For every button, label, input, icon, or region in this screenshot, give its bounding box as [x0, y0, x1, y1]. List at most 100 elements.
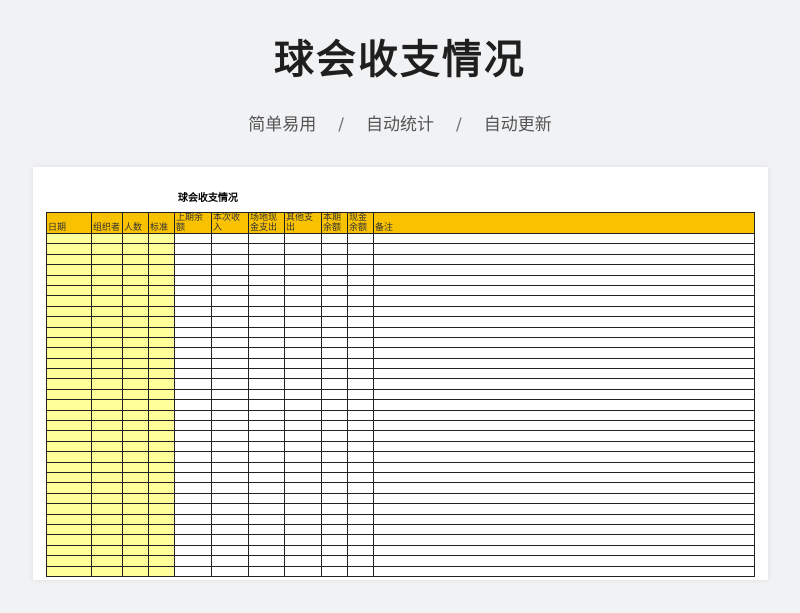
table-cell[interactable]: [284, 461, 322, 474]
table-cell[interactable]: [347, 326, 374, 338]
table-cell[interactable]: [284, 264, 322, 276]
table-cell[interactable]: [347, 555, 374, 567]
table-cell[interactable]: [46, 555, 92, 567]
table-cell[interactable]: [347, 232, 374, 245]
table-cell[interactable]: [122, 471, 149, 484]
table-cell[interactable]: [91, 471, 123, 484]
table-cell[interactable]: [91, 523, 123, 536]
table-cell[interactable]: [321, 420, 348, 432]
table-cell[interactable]: [321, 253, 348, 266]
table-cell[interactable]: [91, 440, 123, 453]
table-cell[interactable]: [347, 471, 374, 484]
table-cell[interactable]: [347, 461, 374, 474]
table-cell[interactable]: [321, 471, 348, 484]
table-cell[interactable]: [347, 378, 374, 390]
table-cell[interactable]: [122, 336, 149, 349]
table-cell[interactable]: [91, 264, 123, 276]
table-cell[interactable]: [46, 430, 92, 442]
table-cell[interactable]: [91, 357, 123, 370]
table-cell[interactable]: [284, 357, 322, 370]
table-cell[interactable]: [148, 420, 175, 432]
table-cell[interactable]: [321, 357, 348, 370]
table-cell[interactable]: [122, 253, 149, 266]
table-cell[interactable]: [211, 523, 249, 536]
table-cell[interactable]: [91, 482, 123, 494]
table-cell[interactable]: [373, 295, 755, 307]
table-cell[interactable]: [373, 430, 755, 442]
table-cell[interactable]: [122, 264, 149, 276]
table-cell[interactable]: [122, 368, 149, 380]
table-cell[interactable]: [122, 430, 149, 442]
table-cell[interactable]: [91, 544, 123, 557]
table-cell[interactable]: [284, 316, 322, 328]
table-cell[interactable]: [46, 232, 92, 245]
table-cell[interactable]: [321, 347, 348, 359]
table-cell[interactable]: [174, 492, 212, 505]
table-cell[interactable]: [46, 305, 92, 318]
table-cell[interactable]: [46, 264, 92, 276]
table-cell[interactable]: [284, 378, 322, 390]
table-cell[interactable]: [148, 409, 175, 422]
table-cell[interactable]: [148, 555, 175, 567]
table-cell[interactable]: [46, 243, 92, 255]
table-cell[interactable]: [174, 565, 212, 577]
table-cell[interactable]: [46, 253, 92, 266]
table-cell[interactable]: [46, 295, 92, 307]
table-cell[interactable]: [284, 440, 322, 453]
table-cell[interactable]: [347, 565, 374, 577]
table-cell[interactable]: [321, 555, 348, 567]
table-cell[interactable]: [321, 409, 348, 422]
table-cell[interactable]: [284, 253, 322, 266]
table-cell[interactable]: [321, 534, 348, 546]
table-cell[interactable]: [321, 316, 348, 328]
table-cell[interactable]: [284, 368, 322, 380]
table-cell[interactable]: [148, 482, 175, 494]
table-cell[interactable]: [174, 440, 212, 453]
table-cell[interactable]: [347, 544, 374, 557]
table-cell[interactable]: [122, 378, 149, 390]
table-cell[interactable]: [373, 274, 755, 286]
table-cell[interactable]: [321, 274, 348, 286]
table-cell[interactable]: [174, 243, 212, 255]
table-cell[interactable]: [248, 347, 285, 359]
table-cell[interactable]: [321, 513, 348, 525]
table-cell[interactable]: [248, 295, 285, 307]
table-cell[interactable]: [46, 544, 92, 557]
table-cell[interactable]: [148, 451, 175, 463]
table-cell[interactable]: [174, 253, 212, 266]
table-cell[interactable]: [321, 430, 348, 442]
table-cell[interactable]: [347, 523, 374, 536]
table-cell[interactable]: [174, 305, 212, 318]
table-cell[interactable]: [211, 253, 249, 266]
table-cell[interactable]: [122, 305, 149, 318]
table-cell[interactable]: [347, 534, 374, 546]
table-cell[interactable]: [211, 347, 249, 359]
table-cell[interactable]: [248, 264, 285, 276]
table-cell[interactable]: [284, 232, 322, 245]
table-cell[interactable]: [373, 378, 755, 390]
table-cell[interactable]: [211, 264, 249, 276]
table-cell[interactable]: [211, 336, 249, 349]
table-cell[interactable]: [321, 503, 348, 515]
table-cell[interactable]: [321, 399, 348, 411]
table-cell[interactable]: [174, 544, 212, 557]
table-cell[interactable]: [174, 471, 212, 484]
table-cell[interactable]: [211, 544, 249, 557]
table-cell[interactable]: [321, 461, 348, 474]
table-cell[interactable]: [46, 451, 92, 463]
table-cell[interactable]: [211, 368, 249, 380]
table-cell[interactable]: [347, 430, 374, 442]
table-cell[interactable]: [46, 326, 92, 338]
table-cell[interactable]: [148, 243, 175, 255]
table-cell[interactable]: [284, 503, 322, 515]
table-cell[interactable]: [91, 451, 123, 463]
table-cell[interactable]: [211, 555, 249, 567]
table-cell[interactable]: [148, 544, 175, 557]
table-cell[interactable]: [91, 295, 123, 307]
table-cell[interactable]: [321, 243, 348, 255]
table-cell[interactable]: [211, 534, 249, 546]
table-cell[interactable]: [347, 336, 374, 349]
table-cell[interactable]: [248, 336, 285, 349]
table-cell[interactable]: [148, 388, 175, 401]
table-cell[interactable]: [248, 409, 285, 422]
